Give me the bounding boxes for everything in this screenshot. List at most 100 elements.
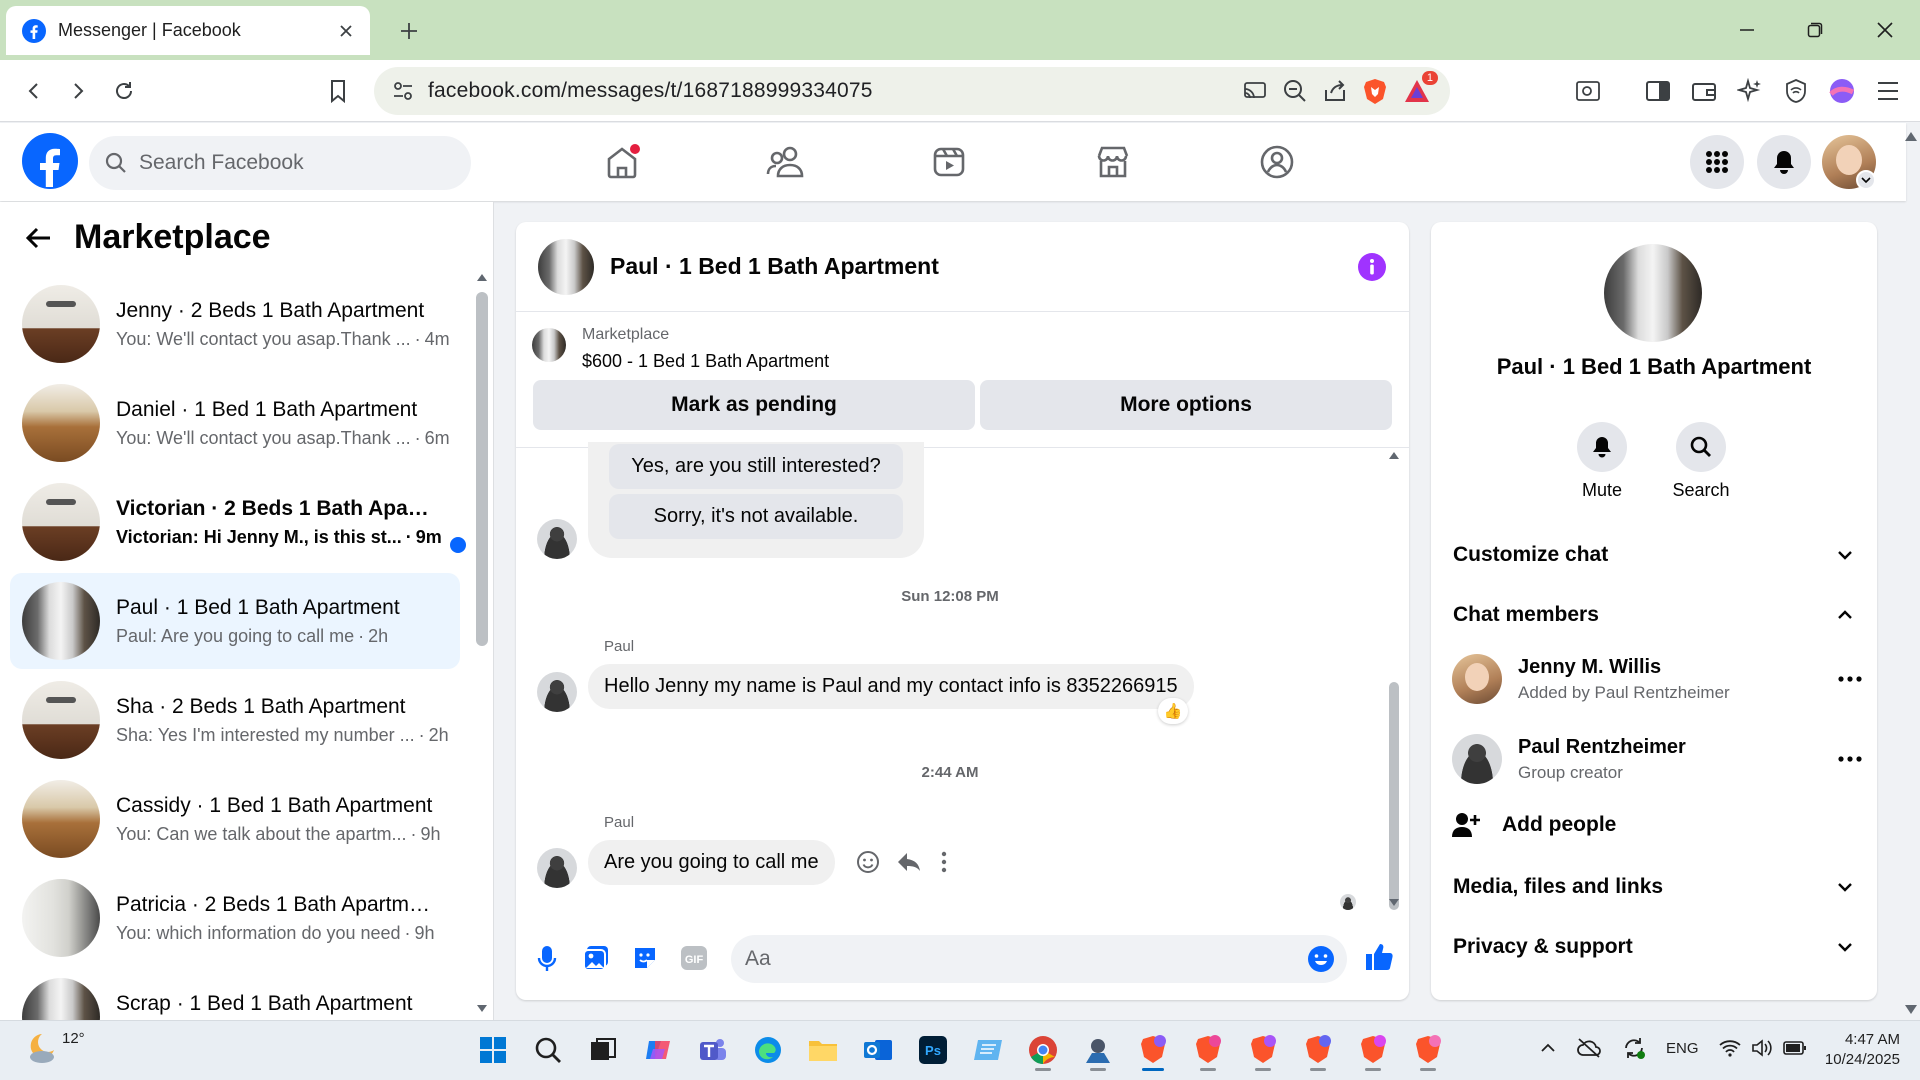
brave-shield-icon[interactable] [1362, 77, 1388, 105]
chat-members-section[interactable]: Chat members [1453, 590, 1853, 640]
quick-reply-still-interested[interactable]: Yes, are you still interested? [609, 444, 903, 489]
app-icon-generic[interactable] [1075, 1027, 1121, 1073]
menu-button[interactable] [1690, 135, 1744, 189]
listing-thumbnail[interactable] [532, 328, 566, 362]
network-volume-battery[interactable] [1718, 1039, 1807, 1057]
bookmark-button[interactable] [318, 71, 358, 111]
brave-rewards-icon[interactable]: 1 [1402, 71, 1438, 105]
leo-ai-button[interactable] [1730, 71, 1770, 111]
conversation-item[interactable]: Daniel · 1 Bed 1 Bath Apartment You: We'l… [10, 375, 460, 471]
facebook-logo-icon[interactable] [22, 133, 78, 189]
notifications-button[interactable] [1757, 135, 1811, 189]
reply-icon[interactable] [896, 850, 922, 874]
more-actions-icon[interactable] [940, 850, 948, 874]
scroll-up-icon[interactable] [476, 272, 488, 284]
microphone-icon[interactable] [537, 945, 557, 973]
clock[interactable]: 4:47 AM 10/24/2025 [1810, 1030, 1900, 1070]
account-chevron-icon[interactable] [1856, 170, 1876, 190]
add-people-button[interactable]: Add people [1452, 812, 1616, 838]
cloud-offline-icon[interactable] [1576, 1037, 1602, 1059]
conversation-list-scrollbar[interactable] [476, 292, 488, 646]
conversation-item[interactable]: Paul · 1 Bed 1 Bath Apartment Paul: Are y… [10, 573, 460, 669]
brave-window-5[interactable] [1350, 1027, 1396, 1073]
photo-icon[interactable] [582, 944, 610, 972]
reload-button[interactable] [104, 71, 144, 111]
quick-reply-not-available[interactable]: Sorry, it's not available. [609, 494, 903, 539]
nav-friends[interactable] [753, 130, 817, 194]
conversation-item[interactable]: Sha · 2 Beds 1 Bath Apartment Sha: Yes I'… [10, 672, 460, 768]
nav-marketplace[interactable] [1081, 130, 1145, 194]
teams-app[interactable] [690, 1027, 736, 1073]
close-window-button[interactable] [1862, 12, 1908, 48]
browser-menu-button[interactable] [1868, 71, 1908, 111]
edge-app[interactable] [745, 1027, 791, 1073]
address-bar[interactable]: facebook.com/messages/t/1687188999334075… [374, 67, 1450, 115]
member-options-icon[interactable] [1838, 676, 1862, 682]
brave-window-6[interactable] [1405, 1027, 1451, 1073]
thumbs-up-send-icon[interactable] [1364, 942, 1394, 972]
page-scroll-up-icon[interactable] [1904, 130, 1918, 142]
vpn-button[interactable] [1776, 71, 1816, 111]
privacy-support-section[interactable]: Privacy & support [1453, 922, 1853, 972]
scroll-down-icon[interactable] [1388, 898, 1400, 908]
nav-gaming[interactable] [1245, 130, 1309, 194]
photoshop-app[interactable]: Ps [910, 1027, 956, 1073]
restore-button[interactable] [1792, 12, 1838, 48]
search-input[interactable] [139, 151, 429, 175]
nav-video[interactable] [917, 130, 981, 194]
back-arrow-icon[interactable] [26, 227, 52, 249]
sync-icon[interactable] [1622, 1036, 1646, 1060]
paul-avatar[interactable] [537, 519, 577, 559]
message-input[interactable] [745, 947, 1307, 971]
info-icon[interactable] [1357, 252, 1387, 282]
start-button[interactable] [470, 1027, 516, 1073]
chat-scrollbar[interactable] [1389, 682, 1399, 910]
language-indicator[interactable]: ENG [1666, 1040, 1699, 1057]
remote-app[interactable] [965, 1027, 1011, 1073]
scroll-down-icon[interactable] [476, 1004, 488, 1014]
brave-window-3[interactable] [1240, 1027, 1286, 1073]
share-icon[interactable] [1322, 78, 1348, 104]
chat-title[interactable]: Paul · 1 Bed 1 Bath Apartment [610, 253, 1341, 280]
show-hidden-icons-icon[interactable] [1540, 1043, 1556, 1053]
chat-avatar[interactable] [538, 238, 594, 295]
chrome-app[interactable] [1020, 1027, 1066, 1073]
message-composer[interactable] [731, 935, 1347, 983]
more-options-button[interactable]: More options [980, 380, 1392, 430]
mute-button[interactable]: Mute [1576, 422, 1628, 501]
forward-button[interactable] [58, 71, 98, 111]
react-icon[interactable] [856, 850, 880, 874]
taskbar-search-button[interactable] [525, 1027, 571, 1073]
brave-window-1[interactable] [1130, 1027, 1176, 1073]
wallet-button[interactable] [1684, 71, 1724, 111]
page-scroll-down-icon[interactable] [1904, 1004, 1918, 1016]
reaction-thumbs-up[interactable]: 👍 [1158, 698, 1188, 724]
member-row[interactable]: Paul Rentzheimer Group creator [1452, 734, 1862, 784]
sidebar-toggle-button[interactable] [1638, 71, 1678, 111]
conversation-item[interactable]: Victorian · 2 Beds 1 Bath Apart... Victor… [10, 474, 466, 570]
member-options-icon[interactable] [1838, 756, 1862, 762]
conversation-item[interactable]: Cassidy · 1 Bed 1 Bath Apartment You: Can… [10, 771, 460, 867]
file-explorer-app[interactable] [800, 1027, 846, 1073]
site-settings-icon[interactable] [392, 80, 414, 102]
search-conversation-button[interactable]: Search [1666, 422, 1736, 501]
back-button[interactable] [14, 71, 54, 111]
message-bubble[interactable]: Are you going to call me [588, 840, 835, 885]
listing-title[interactable]: $600 - 1 Bed 1 Bath Apartment [582, 351, 829, 372]
zoom-out-icon[interactable] [1282, 78, 1308, 104]
browser-tab[interactable]: Messenger | Facebook [6, 6, 370, 55]
conversation-item[interactable]: Jenny · 2 Beds 1 Bath Apartment You: We'l… [10, 276, 460, 372]
minimize-button[interactable] [1724, 12, 1770, 48]
member-row[interactable]: Jenny M. Willis Added by Paul Rentzheime… [1452, 654, 1862, 704]
tab-close-icon[interactable] [338, 23, 354, 39]
brave-window-4[interactable] [1295, 1027, 1341, 1073]
message-bubble[interactable]: Hello Jenny my name is Paul and my conta… [588, 664, 1194, 709]
conversation-item[interactable]: Patricia · 2 Beds 1 Bath Apartment You: w… [10, 870, 460, 966]
weather-widget[interactable]: 12° [22, 1030, 85, 1066]
details-avatar[interactable] [1604, 244, 1702, 342]
emoji-icon[interactable] [1307, 945, 1335, 973]
url-text[interactable]: facebook.com/messages/t/1687188999334075 [428, 79, 1228, 103]
scroll-up-icon[interactable] [1388, 450, 1400, 460]
mark-as-pending-button[interactable]: Mark as pending [533, 380, 975, 430]
brave-window-2[interactable] [1185, 1027, 1231, 1073]
